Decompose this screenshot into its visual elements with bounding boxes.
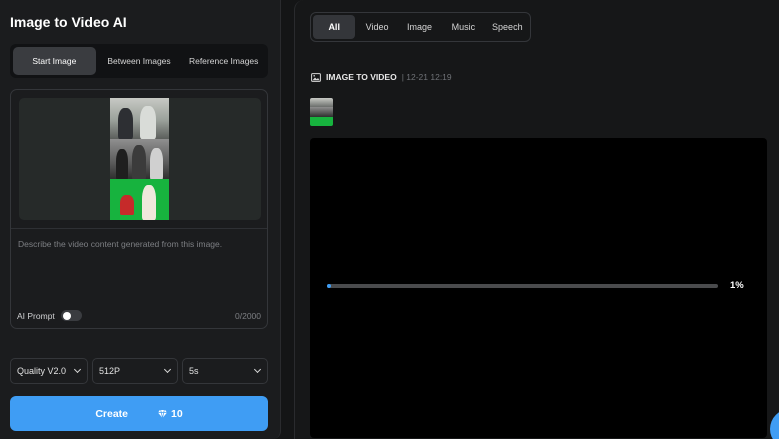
job-source-thumbnail[interactable] bbox=[310, 98, 333, 126]
image-frame-3 bbox=[110, 179, 169, 220]
chevron-down-icon bbox=[253, 365, 262, 374]
floating-action-button[interactable] bbox=[770, 409, 779, 439]
duration-select[interactable]: 5s bbox=[182, 358, 268, 384]
image-preview-area[interactable] bbox=[19, 98, 261, 220]
progress-percent: 1% bbox=[730, 280, 744, 291]
mode-tabs: Start Image Between Images Reference Ima… bbox=[10, 44, 268, 78]
create-button[interactable]: Create 10 bbox=[10, 396, 268, 431]
image-icon bbox=[311, 72, 321, 82]
credit-cost-value: 10 bbox=[171, 407, 183, 420]
quality-select[interactable]: Quality V2.0 bbox=[10, 358, 88, 384]
resolution-value: 512P bbox=[99, 366, 121, 376]
tab-between-images[interactable]: Between Images bbox=[98, 47, 181, 75]
tab-start-image[interactable]: Start Image bbox=[13, 47, 96, 75]
chevron-down-icon bbox=[163, 365, 172, 374]
video-preview: 1% bbox=[310, 138, 767, 438]
toggle-knob bbox=[63, 311, 71, 320]
create-label: Create bbox=[95, 407, 128, 420]
filter-tabs: All Video Image Music Speech bbox=[310, 12, 531, 42]
tab-all[interactable]: All bbox=[313, 15, 356, 39]
tab-reference-images[interactable]: Reference Images bbox=[182, 47, 265, 75]
tab-video[interactable]: Video bbox=[357, 15, 396, 39]
quality-value: Quality V2.0 bbox=[17, 366, 67, 376]
char-count: 0/2000 bbox=[235, 311, 261, 321]
tab-image[interactable]: Image bbox=[399, 15, 440, 39]
job-timestamp: | 12-21 12:19 bbox=[401, 72, 452, 82]
prompt-textarea[interactable]: Describe the video content generated fro… bbox=[18, 239, 222, 249]
ai-prompt-toggle[interactable] bbox=[61, 310, 82, 321]
app-title: Image to Video AI bbox=[10, 14, 127, 30]
image-frame-1 bbox=[110, 98, 169, 139]
uploaded-image bbox=[110, 98, 169, 220]
job-header: IMAGE TO VIDEO | 12-21 12:19 bbox=[311, 72, 452, 82]
progress-bar bbox=[327, 284, 718, 288]
resolution-select[interactable]: 512P bbox=[92, 358, 178, 384]
diamond-icon bbox=[158, 409, 167, 418]
image-prompt-box: Describe the video content generated fro… bbox=[10, 89, 268, 329]
results-panel: All Video Image Music Speech IMAGE TO VI… bbox=[294, 0, 779, 439]
job-type: IMAGE TO VIDEO bbox=[326, 72, 397, 82]
image-frame-2 bbox=[110, 138, 169, 180]
credit-cost: 10 bbox=[158, 408, 183, 420]
divider bbox=[11, 228, 267, 229]
duration-value: 5s bbox=[189, 366, 199, 376]
chevron-down-icon bbox=[73, 365, 82, 374]
generator-panel: Image to Video AI Start Image Between Im… bbox=[0, 0, 281, 439]
progress-fill bbox=[327, 284, 331, 288]
tab-music[interactable]: Music bbox=[442, 15, 484, 39]
tab-speech[interactable]: Speech bbox=[487, 15, 528, 39]
ai-prompt-label: AI Prompt bbox=[17, 311, 55, 321]
